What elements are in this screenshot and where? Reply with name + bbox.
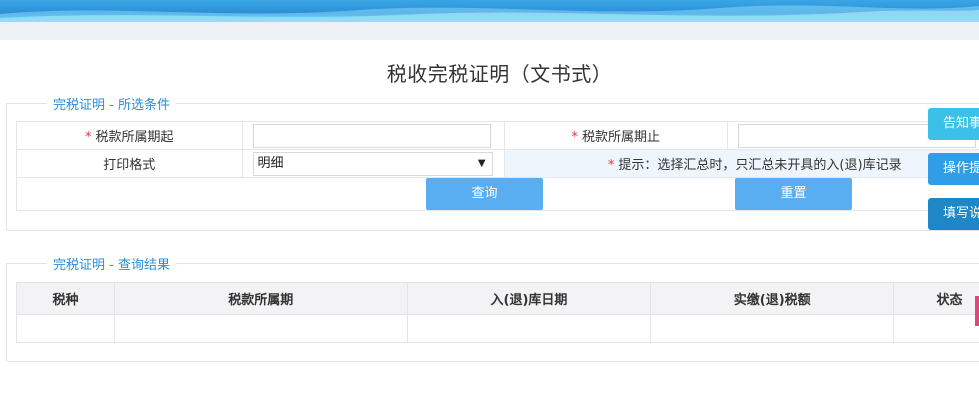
side-button-operation-tips[interactable]: 操作提 [928, 153, 979, 185]
print-format-label: 打印格式 [16, 149, 243, 178]
col-tax-amount: 实缴(退)税额 [650, 282, 895, 315]
query-button[interactable]: 查询 [426, 178, 543, 210]
col-tax-type: 税种 [16, 282, 115, 315]
col-status: 状态 [893, 282, 979, 315]
print-format-cell: 明细 ▼ [241, 149, 505, 178]
header-banner [0, 0, 979, 22]
tax-period-start-input[interactable] [252, 123, 491, 148]
reset-button[interactable]: 重置 [735, 178, 852, 210]
header-strip [0, 22, 979, 40]
side-button-notice[interactable]: 告知事 [928, 108, 979, 140]
result-header-row: 税种 税款所属期 入(退)库日期 实缴(退)税额 状态 [16, 282, 979, 315]
side-button-fill-instructions[interactable]: 填写说 [928, 198, 979, 230]
hint-text: 提示：选择汇总时，只汇总未开具的入(退)库记录 [618, 158, 902, 173]
filter-row-format: 打印格式 明细 ▼ * 提示：选择汇总时，只汇总未开具的入(退)库记录 [16, 149, 979, 178]
filter-panel-legend: 完税证明 - 所选条件 [53, 98, 170, 113]
result-table: 税种 税款所属期 入(退)库日期 实缴(退)税额 状态 [16, 282, 979, 343]
tax-period-start-label: * 税款所属期起 [16, 121, 243, 150]
required-marker: * [607, 158, 615, 173]
filter-row-period: * 税款所属期起 * 税款所属期止 [16, 121, 979, 150]
page-title: 税收完税证明（文书式） [386, 62, 613, 86]
result-panel-legend: 完税证明 - 查询结果 [53, 258, 170, 273]
dropdown-arrow-icon: ▼ [477, 157, 486, 169]
side-tab-marker[interactable] [975, 296, 979, 326]
app-root: 税收完税证明（文书式） 完税证明 - 所选条件 * 税款所属期起 * 税款所属期止 … [0, 0, 979, 412]
tax-period-end-label: * 税款所属期止 [503, 121, 729, 150]
wave-decoration [0, 5, 979, 22]
required-marker: * [571, 130, 579, 145]
col-storage-date: 入(退)库日期 [406, 282, 652, 315]
hint-cell: * 提示：选择汇总时，只汇总未开具的入(退)库记录 [503, 149, 979, 178]
table-row [16, 314, 979, 343]
print-format-select[interactable]: 明细 ▼ [252, 151, 493, 176]
required-marker: * [85, 130, 92, 145]
col-tax-period: 税款所属期 [113, 282, 408, 315]
tax-period-start-cell [241, 121, 505, 150]
